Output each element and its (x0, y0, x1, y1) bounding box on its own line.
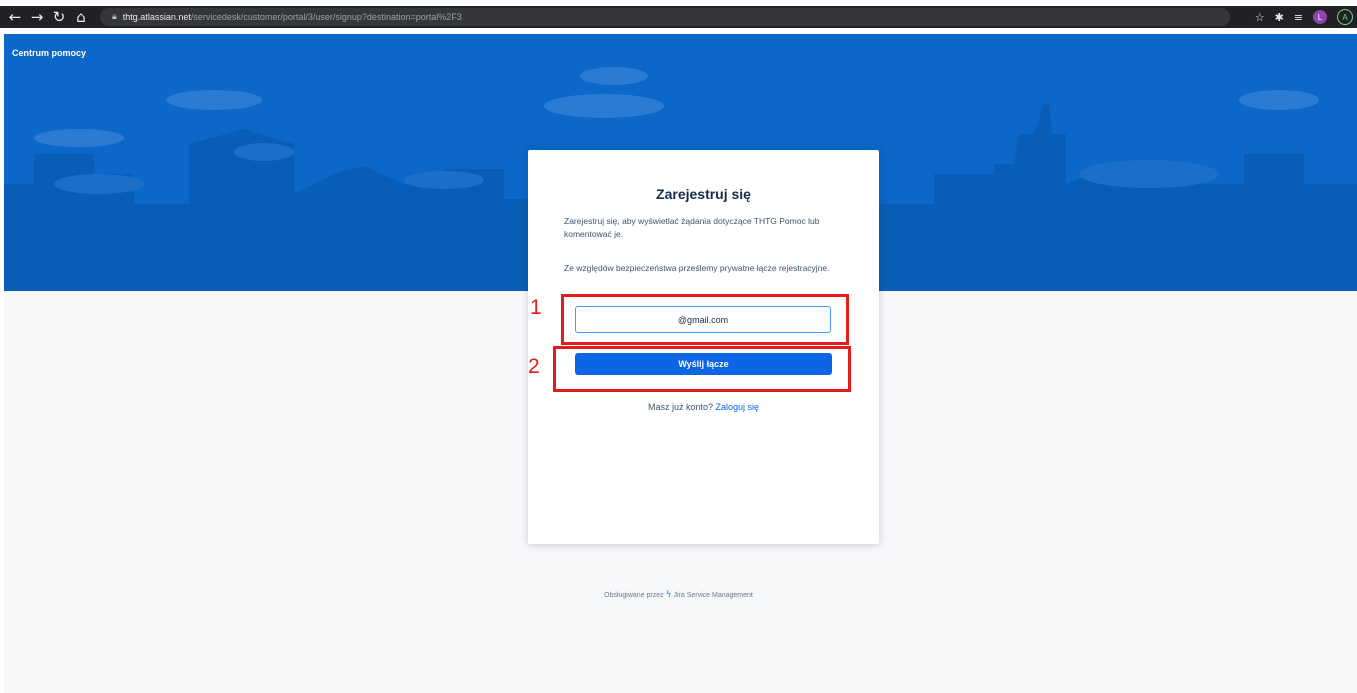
login-prompt: Masz już konto? (647, 402, 713, 412)
highlight-box-step-2 (553, 346, 851, 392)
login-link[interactable]: Zaloguj się (716, 402, 760, 412)
back-arrow-icon[interactable]: ← (4, 6, 26, 28)
profile-avatar[interactable]: L (1313, 10, 1327, 24)
reading-list-icon[interactable]: ≡ (1294, 11, 1303, 24)
login-prompt-line: Masz już konto? Zaloguj się (528, 402, 879, 412)
lock-icon: 🔒︎ (112, 12, 117, 22)
browser-toolbar: ← → ↻ ⌂ 🔒︎ thtg.atlassian.net /servicede… (0, 6, 1357, 28)
url-host: thtg.atlassian.net (122, 12, 191, 22)
toolbar-actions: ☆ ✱ ≡ L A (1255, 6, 1357, 28)
security-note: Ze względów bezpieczeństwa prześlemy pry… (564, 263, 830, 273)
home-icon[interactable]: ⌂ (70, 6, 92, 28)
help-center-title[interactable]: Centrum pomocy (12, 48, 86, 58)
jira-lightning-icon: ϟ (665, 590, 672, 600)
step-number-2: 2 (528, 355, 540, 378)
page: ← → ↻ ⌂ 🔒︎ thtg.atlassian.net /servicede… (0, 0, 1357, 693)
jira-product-link[interactable]: Jira Service Management (674, 592, 753, 599)
browser-window: ← → ↻ ⌂ 🔒︎ thtg.atlassian.net /servicede… (0, 0, 1357, 30)
powered-by-label: Obsługiwane przez (604, 592, 664, 599)
signup-description: Zarejestruj się, aby wyświetlać żądania … (564, 216, 820, 239)
footer: Obsługiwane przez ϟ Jira Service Managem… (0, 590, 1357, 600)
page-title: Zarejestruj się (656, 186, 751, 202)
url-path: /servicedesk/customer/portal/3/user/sign… (190, 12, 462, 22)
bookmark-star-icon[interactable]: ☆ (1255, 11, 1265, 24)
extensions-puzzle-icon[interactable]: ✱ (1275, 11, 1284, 24)
highlight-box-step-1 (561, 294, 849, 345)
account-avatar[interactable]: A (1337, 9, 1353, 25)
step-number-1: 1 (530, 296, 542, 319)
address-bar[interactable]: 🔒︎ thtg.atlassian.net /servicedesk/custo… (100, 8, 1230, 26)
forward-arrow-icon[interactable]: → (26, 6, 48, 28)
reload-icon[interactable]: ↻ (48, 6, 70, 28)
